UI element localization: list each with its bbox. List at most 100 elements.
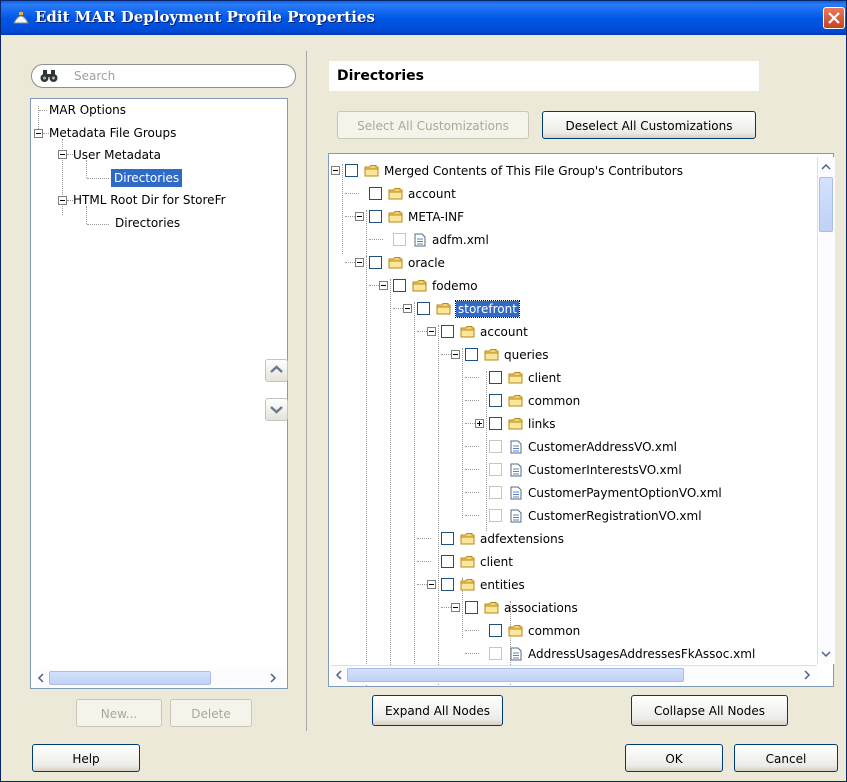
- folder-label[interactable]: storefront: [455, 300, 520, 318]
- tree-checkbox[interactable]: [465, 601, 478, 614]
- tree-line: [366, 210, 367, 260]
- folder-label[interactable]: adfextensions: [480, 531, 564, 547]
- expand-toggle[interactable]: [475, 419, 484, 428]
- file-label[interactable]: CustomerInterestsVO.xml: [528, 462, 682, 478]
- expand-all-label: Expand All Nodes: [385, 704, 490, 718]
- tree-checkbox[interactable]: [489, 417, 502, 430]
- collapse-toggle[interactable]: [427, 327, 436, 336]
- scroll-left-icon[interactable]: [331, 667, 347, 683]
- panel-divider: [306, 51, 307, 731]
- vertical-scroll-thumb[interactable]: [819, 177, 833, 232]
- collapse-toggle[interactable]: [451, 603, 460, 612]
- tree-checkbox[interactable]: [489, 509, 502, 522]
- help-button[interactable]: Help: [32, 744, 140, 772]
- scroll-left-icon[interactable]: [33, 670, 49, 686]
- move-up-button[interactable]: [265, 359, 288, 382]
- tree-checkbox[interactable]: [489, 624, 502, 637]
- tree-item-html-root-dir[interactable]: HTML Root Dir for StoreFr: [73, 191, 226, 209]
- folder-icon: [508, 418, 523, 430]
- new-button[interactable]: New...: [76, 699, 162, 727]
- folder-label[interactable]: entities: [480, 577, 525, 593]
- tree-line: [465, 446, 479, 447]
- collapse-toggle[interactable]: [379, 281, 388, 290]
- tree-checkbox[interactable]: [489, 486, 502, 499]
- scroll-down-icon[interactable]: [818, 646, 834, 662]
- folder-label[interactable]: oracle: [408, 255, 445, 271]
- tree-item-directories[interactable]: Directories: [115, 214, 180, 232]
- horizontal-scroll-thumb[interactable]: [347, 668, 684, 682]
- tree-checkbox[interactable]: [441, 555, 454, 568]
- collapse-toggle[interactable]: [355, 212, 364, 221]
- horizontal-scrollbar[interactable]: [331, 665, 817, 684]
- tree-checkbox[interactable]: [369, 210, 382, 223]
- tree-checkbox[interactable]: [465, 348, 478, 361]
- folder-label[interactable]: associations: [504, 600, 578, 616]
- collapse-toggle[interactable]: [427, 580, 436, 589]
- title-bar[interactable]: Edit MAR Deployment Profile Properties: [1, 1, 846, 35]
- folder-label[interactable]: client: [528, 370, 561, 386]
- select-all-customizations-button[interactable]: Select All Customizations: [337, 111, 529, 139]
- folder-icon: [412, 280, 427, 292]
- tree-checkbox[interactable]: [417, 302, 430, 315]
- cancel-button[interactable]: Cancel: [734, 744, 838, 772]
- file-label[interactable]: adfm.xml: [432, 232, 489, 248]
- tree-line: [465, 630, 479, 631]
- ok-button[interactable]: OK: [625, 744, 723, 772]
- tree-checkbox[interactable]: [441, 325, 454, 338]
- collapse-toggle[interactable]: [451, 350, 460, 359]
- tree-line: [417, 538, 431, 539]
- collapse-toggle[interactable]: [34, 129, 43, 138]
- folder-label[interactable]: common: [528, 393, 580, 409]
- tree-checkbox[interactable]: [489, 463, 502, 476]
- tree-checkbox[interactable]: [345, 164, 358, 177]
- collapse-toggle[interactable]: [58, 150, 67, 159]
- collapse-toggle[interactable]: [58, 196, 67, 205]
- scroll-right-icon[interactable]: [799, 667, 815, 683]
- folder-label[interactable]: client: [480, 554, 513, 570]
- delete-button[interactable]: Delete: [170, 699, 252, 727]
- tree-checkbox[interactable]: [489, 440, 502, 453]
- folder-label[interactable]: fodemo: [432, 278, 478, 294]
- tree-checkbox[interactable]: [441, 532, 454, 545]
- tree-item-directories-selected[interactable]: Directories: [111, 169, 183, 187]
- tree-item-metadata-file-groups[interactable]: Metadata File Groups: [49, 124, 176, 142]
- collapse-toggle[interactable]: [355, 258, 364, 267]
- file-label[interactable]: AddressUsagesAddressesFkAssoc.xml: [528, 646, 755, 662]
- tree-checkbox[interactable]: [393, 279, 406, 292]
- directory-tree[interactable]: Merged Contents of This File Group's Con…: [328, 153, 834, 687]
- folder-label[interactable]: META-INF: [408, 209, 464, 225]
- tree-checkbox[interactable]: [441, 578, 454, 591]
- folder-label[interactable]: account: [480, 324, 528, 340]
- tree-checkbox[interactable]: [489, 371, 502, 384]
- tree-line: [39, 110, 47, 111]
- tree-item-user-metadata[interactable]: User Metadata: [73, 146, 161, 164]
- tree-checkbox[interactable]: [393, 233, 406, 246]
- scroll-up-icon[interactable]: [818, 159, 834, 175]
- folder-label[interactable]: Merged Contents of This File Group's Con…: [384, 163, 683, 179]
- close-button[interactable]: [823, 7, 845, 29]
- tree-checkbox[interactable]: [369, 256, 382, 269]
- folder-label[interactable]: common: [528, 623, 580, 639]
- deselect-all-customizations-button[interactable]: Deselect All Customizations: [542, 111, 756, 139]
- file-label[interactable]: CustomerRegistrationVO.xml: [528, 508, 702, 524]
- tree-item-mar-options[interactable]: MAR Options: [49, 101, 126, 119]
- search-input[interactable]: Search: [31, 64, 296, 88]
- collapse-toggle[interactable]: [403, 304, 412, 313]
- file-label[interactable]: CustomerPaymentOptionVO.xml: [528, 485, 722, 501]
- vertical-scrollbar[interactable]: [817, 157, 835, 664]
- move-down-button[interactable]: [265, 398, 288, 421]
- collapse-toggle[interactable]: [331, 166, 340, 175]
- navigation-tree[interactable]: MAR Options Metadata File Groups User Me…: [30, 98, 288, 689]
- tree-checkbox[interactable]: [369, 187, 382, 200]
- horizontal-scrollbar[interactable]: [33, 669, 285, 687]
- tree-checkbox[interactable]: [489, 394, 502, 407]
- scroll-right-icon[interactable]: [265, 670, 281, 686]
- file-label[interactable]: CustomerAddressVO.xml: [528, 439, 677, 455]
- scroll-thumb[interactable]: [49, 671, 211, 685]
- tree-checkbox[interactable]: [489, 647, 502, 660]
- folder-label[interactable]: account: [408, 186, 456, 202]
- collapse-all-nodes-button[interactable]: Collapse All Nodes: [631, 695, 788, 726]
- folder-label[interactable]: queries: [504, 347, 549, 363]
- folder-label[interactable]: links: [528, 416, 555, 432]
- expand-all-nodes-button[interactable]: Expand All Nodes: [372, 695, 503, 726]
